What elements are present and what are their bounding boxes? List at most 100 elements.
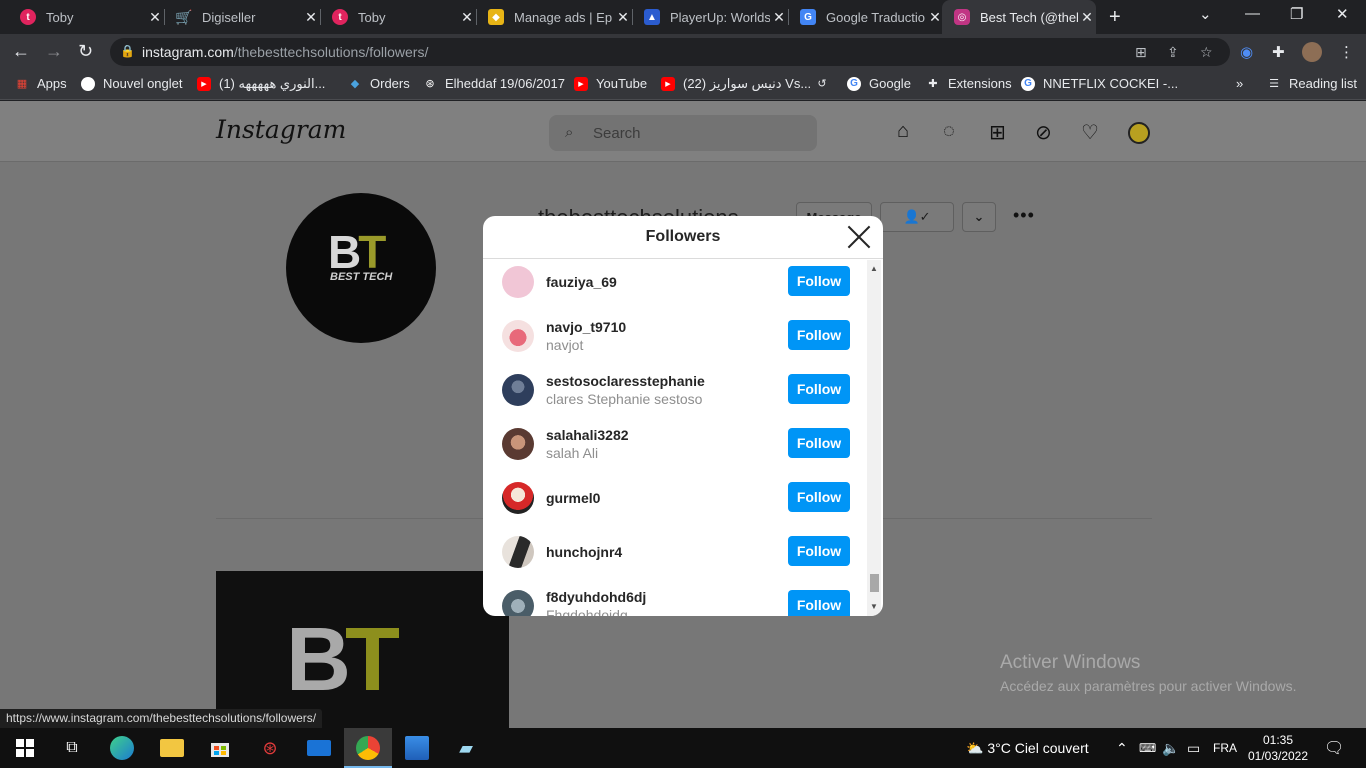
tab-search-chevron-icon[interactable]: ⌄ — [1199, 5, 1212, 23]
follower-username[interactable]: sestosoclaresstephanie — [546, 373, 705, 389]
scrollbar[interactable]: ▲ ▼ — [867, 260, 881, 616]
follower-username[interactable]: f8dyuhdohd6dj — [546, 589, 646, 605]
bookmark-extensions[interactable]: ✚ Extensions — [926, 76, 1011, 91]
avatar[interactable] — [502, 266, 534, 298]
bookmark-google[interactable]: G Google — [847, 76, 911, 91]
bookmark-nouvel-onglet[interactable]: Nouvel onglet — [81, 76, 183, 91]
messenger-icon[interactable]: ◌ — [943, 120, 955, 143]
bookmark-youtube-1[interactable]: ▶ (1) النوري هههههه... — [197, 76, 325, 92]
follow-button[interactable]: Follow — [788, 482, 850, 512]
explore-icon[interactable]: ⊘ — [1035, 120, 1052, 145]
translate-icon[interactable]: ⊞ — [1135, 44, 1147, 61]
network-icon[interactable]: ▭ — [1187, 740, 1200, 757]
follow-button[interactable]: Follow — [788, 320, 850, 350]
store-icon[interactable] — [208, 736, 232, 760]
scroll-up-arrow-icon[interactable]: ▲ — [870, 264, 878, 273]
antivirus-icon[interactable]: ⊛ — [258, 736, 282, 760]
forward-button[interactable]: → — [45, 41, 63, 62]
follower-username[interactable]: salahali3282 — [546, 427, 629, 443]
bookmark-netflix[interactable]: G NNETFLIX COCKEI -... — [1021, 76, 1178, 91]
follow-button[interactable]: Follow — [788, 428, 850, 458]
bookmark-apps[interactable]: ▦ Apps — [15, 76, 67, 91]
minimize-button[interactable]: — — [1245, 5, 1260, 22]
close-window-button[interactable]: ✕ — [1336, 5, 1349, 23]
keyboard-icon[interactable]: ⌨ — [1139, 741, 1156, 755]
profile-avatar[interactable] — [1302, 42, 1322, 62]
follow-button[interactable]: Follow — [788, 266, 850, 296]
search-input[interactable]: ⌕ Search — [549, 115, 817, 151]
weather-widget[interactable]: ⛅ 3°C Ciel couvert — [966, 740, 1089, 757]
bookmark-history[interactable]: ↺ — [815, 76, 837, 90]
reload-button[interactable]: ↻ — [78, 41, 93, 62]
tab-playerup[interactable]: ▲ PlayerUp: Worlds ✕ — [632, 0, 789, 34]
new-tab-button[interactable]: + — [1109, 6, 1121, 29]
chrome-icon[interactable] — [356, 736, 380, 760]
new-post-icon[interactable]: ⊞ — [989, 120, 1006, 145]
close-tab-icon[interactable]: ✕ — [1078, 9, 1096, 26]
share-icon[interactable]: ⇪ — [1167, 44, 1179, 61]
photos-icon[interactable] — [405, 736, 429, 760]
followers-list[interactable]: fauziya_69 Follow navjo_t9710 navjot Fol… — [483, 260, 865, 616]
reading-list-button[interactable]: ☰ Reading list — [1267, 76, 1357, 91]
more-options-icon[interactable]: ••• — [1013, 205, 1035, 226]
follower-username[interactable]: gurmel0 — [546, 490, 600, 506]
extensions-puzzle-icon[interactable]: ✚ — [1272, 43, 1285, 61]
avatar[interactable] — [502, 320, 534, 352]
avatar[interactable] — [502, 482, 534, 514]
heart-icon[interactable]: ♡ — [1081, 120, 1099, 145]
file-explorer-icon[interactable] — [160, 739, 184, 757]
home-icon[interactable]: ⌂ — [897, 120, 909, 143]
following-button[interactable]: 👤✓ — [880, 202, 954, 232]
edge-icon[interactable] — [110, 736, 134, 760]
suggested-chevron-button[interactable]: ⌄ — [962, 202, 996, 232]
close-tab-icon[interactable]: ✕ — [770, 9, 788, 26]
bookmark-star-icon[interactable]: ☆ — [1200, 44, 1213, 61]
avatar[interactable] — [502, 536, 534, 568]
clock[interactable]: 01:35 01/03/2022 — [1246, 732, 1310, 764]
bookmark-youtube-2[interactable]: ▶ (22) دنيس سواريز Vs... — [661, 76, 811, 92]
tab-digiseller[interactable]: 🛒 Digiseller ✕ — [164, 0, 321, 34]
lock-icon[interactable]: 🔒 — [120, 44, 135, 58]
tab-toby-2[interactable]: t Toby ✕ — [320, 0, 477, 34]
notes-icon[interactable]: ▰ — [454, 736, 478, 760]
tray-chevron-icon[interactable]: ⌃ — [1116, 740, 1128, 757]
avatar[interactable] — [502, 374, 534, 406]
post-thumbnail[interactable]: BT — [216, 571, 509, 728]
back-button[interactable]: ← — [12, 41, 30, 62]
extension-c-icon[interactable]: ◉ — [1240, 43, 1253, 61]
bookmarks-overflow-button[interactable]: » — [1236, 76, 1243, 91]
task-view-icon[interactable]: ⧉ — [60, 736, 84, 760]
chrome-menu-icon[interactable]: ⋮ — [1339, 43, 1354, 61]
bookmark-elheddaf[interactable]: ⊛ Elheddaf 19/06/2017 — [423, 76, 565, 91]
close-icon[interactable] — [846, 224, 872, 250]
instagram-logo[interactable]: Instagram — [216, 115, 346, 144]
avatar[interactable] — [502, 428, 534, 460]
profile-picture[interactable]: BT BEST TECH — [286, 193, 436, 343]
address-bar[interactable]: 🔒 instagram.com/thebesttechsolutions/fol… — [110, 38, 1230, 66]
scroll-down-arrow-icon[interactable]: ▼ — [870, 602, 878, 611]
close-tab-icon[interactable]: ✕ — [614, 9, 632, 26]
restore-button[interactable]: ❐ — [1290, 5, 1303, 23]
tab-instagram-active[interactable]: ◎ Best Tech (@theb ✕ — [942, 0, 1096, 34]
tab-google-translate[interactable]: G Google Traductio ✕ — [788, 0, 944, 34]
close-tab-icon[interactable]: ✕ — [146, 9, 164, 26]
follow-button[interactable]: Follow — [788, 536, 850, 566]
follow-button[interactable]: Follow — [788, 374, 850, 404]
follower-username[interactable]: navjo_t9710 — [546, 319, 626, 335]
follow-button[interactable]: Follow — [788, 590, 850, 616]
notifications-icon[interactable]: 🗨 — [1324, 738, 1344, 758]
language-indicator[interactable]: FRA — [1213, 741, 1237, 755]
follower-username[interactable]: hunchojnr4 — [546, 544, 622, 560]
bookmark-youtube[interactable]: ▶ YouTube — [574, 76, 647, 91]
bookmark-orders[interactable]: ◆ Orders — [348, 76, 410, 91]
volume-icon[interactable]: 🔈 — [1162, 740, 1179, 757]
close-tab-icon[interactable]: ✕ — [458, 9, 476, 26]
avatar[interactable] — [502, 590, 534, 616]
scrollbar-thumb[interactable] — [870, 574, 879, 592]
tab-toby[interactable]: t Toby ✕ — [8, 0, 165, 34]
tab-manage-ads[interactable]: ◆ Manage ads | Ep ✕ — [476, 0, 633, 34]
follower-username[interactable]: fauziya_69 — [546, 274, 617, 290]
close-tab-icon[interactable]: ✕ — [302, 9, 320, 26]
mail-icon[interactable] — [307, 740, 331, 756]
windows-start-icon[interactable] — [13, 736, 37, 760]
